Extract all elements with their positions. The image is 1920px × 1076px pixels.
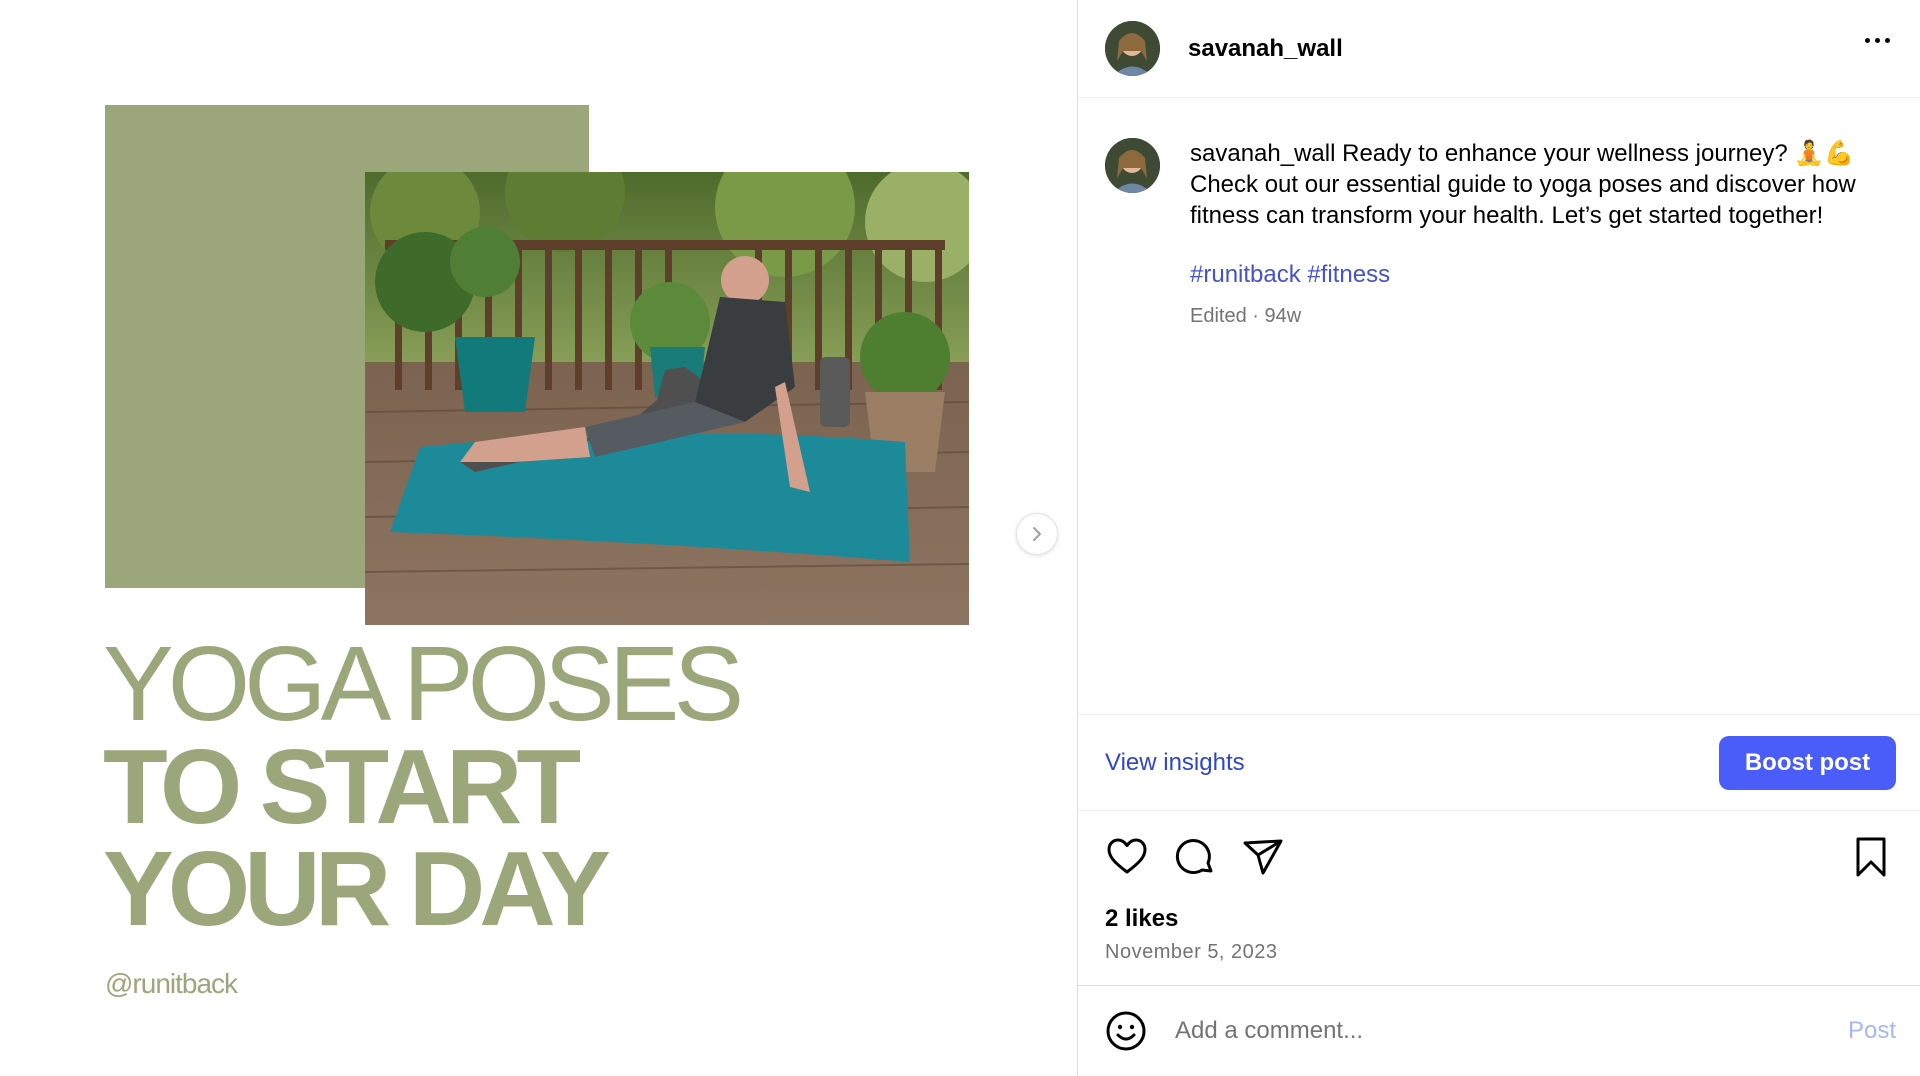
more-horizontal-icon[interactable] xyxy=(1865,38,1890,43)
post-actions: 2 likes November 5, 2023 xyxy=(1078,811,1920,986)
post-header: savanah_wall xyxy=(1078,0,1920,98)
hashtags: #runitback #fitness xyxy=(1190,261,1890,289)
hashtag-link[interactable]: #runitback xyxy=(1190,261,1301,288)
bookmark-icon[interactable] xyxy=(1849,835,1893,879)
heart-icon[interactable] xyxy=(1105,835,1149,879)
boost-post-button[interactable]: Boost post xyxy=(1719,735,1896,790)
likes-count[interactable]: 2 likes xyxy=(1105,905,1893,933)
yoga-photo-illustration xyxy=(365,172,969,625)
caption-meta: Edited · 94w xyxy=(1190,305,1302,327)
action-icon-row xyxy=(1105,835,1893,879)
headline-line-1: YOGA POSES xyxy=(103,625,744,743)
hashtag-link[interactable]: #fitness xyxy=(1307,261,1390,288)
caption-avatar[interactable] xyxy=(1105,138,1160,193)
caption-username[interactable]: savanah_wall xyxy=(1190,140,1335,167)
chevron-right-icon xyxy=(1033,527,1041,541)
insights-row: View insights Boost post xyxy=(1078,715,1920,811)
comment-row: Post xyxy=(1078,986,1920,1076)
post-media: YOGA POSES TO START YOUR DAY @runitback xyxy=(0,0,1077,1076)
media-handle: @runitback xyxy=(105,968,238,999)
next-media-button[interactable] xyxy=(1016,513,1058,555)
emoji-icon[interactable] xyxy=(1105,1010,1147,1052)
view-insights-link[interactable]: View insights xyxy=(1105,749,1245,777)
comment-icon[interactable] xyxy=(1173,835,1217,879)
yoga-photo xyxy=(365,172,969,625)
caption-body: savanah_wall Ready to enhance your welln… xyxy=(1190,138,1890,328)
post-comment-button[interactable]: Post xyxy=(1848,1017,1896,1045)
caption-row: savanah_wall Ready to enhance your welln… xyxy=(1105,138,1893,328)
headline-line-3: YOUR DAY xyxy=(103,830,611,948)
post-headline: YOGA POSES TO START YOUR DAY xyxy=(103,625,744,948)
caption-area: savanah_wall Ready to enhance your welln… xyxy=(1078,98,1920,715)
avatar[interactable] xyxy=(1105,21,1160,76)
post-side-panel: savanah_wall savanah_wall Ready to enhan… xyxy=(1077,0,1920,1076)
post-date: November 5, 2023 xyxy=(1105,941,1278,963)
header-username[interactable]: savanah_wall xyxy=(1188,35,1343,63)
headline-line-2: TO START xyxy=(103,728,581,846)
comment-input[interactable] xyxy=(1175,1017,1848,1045)
share-icon[interactable] xyxy=(1241,835,1285,879)
caption-text: savanah_wall Ready to enhance your welln… xyxy=(1190,138,1890,231)
